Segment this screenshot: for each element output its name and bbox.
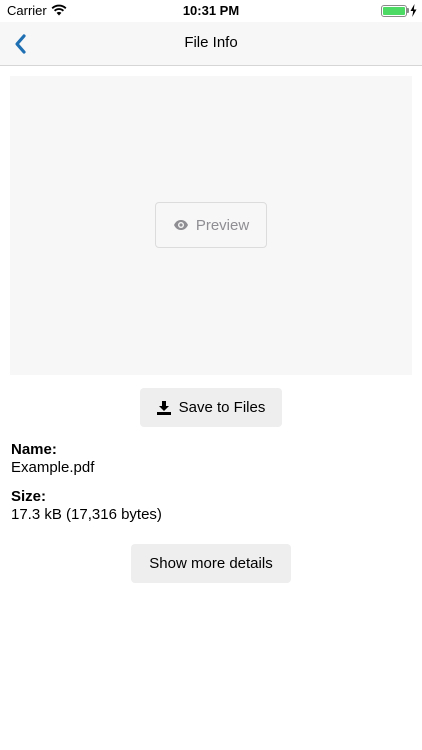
battery-level-fill — [383, 7, 405, 15]
battery-icon — [381, 5, 407, 17]
eye-icon — [173, 220, 188, 230]
preview-button-label: Preview — [195, 216, 250, 234]
file-name-value: Example.pdf — [11, 459, 95, 476]
file-size-value: 17.3 kB (17,316 bytes) — [11, 506, 162, 523]
page-title: File Info — [184, 34, 238, 51]
size-label: Size: — [11, 488, 47, 505]
navigation-bar: File Info — [0, 22, 422, 66]
save-to-files-button[interactable]: Save to Files — [140, 388, 282, 427]
preview-button[interactable]: Preview — [155, 202, 267, 248]
show-more-details-button[interactable]: Show more details — [131, 544, 291, 583]
download-icon — [156, 400, 171, 415]
save-to-files-label: Save to Files — [178, 399, 266, 416]
file-preview-area: Preview — [10, 76, 412, 375]
show-more-details-label: Show more details — [149, 555, 273, 572]
name-label: Name: — [11, 441, 57, 458]
charging-bolt-icon — [410, 4, 417, 17]
battery-tip — [407, 8, 409, 13]
status-bar: Carrier 10:31 PM — [0, 0, 422, 22]
status-time: 10:31 PM — [182, 3, 240, 18]
